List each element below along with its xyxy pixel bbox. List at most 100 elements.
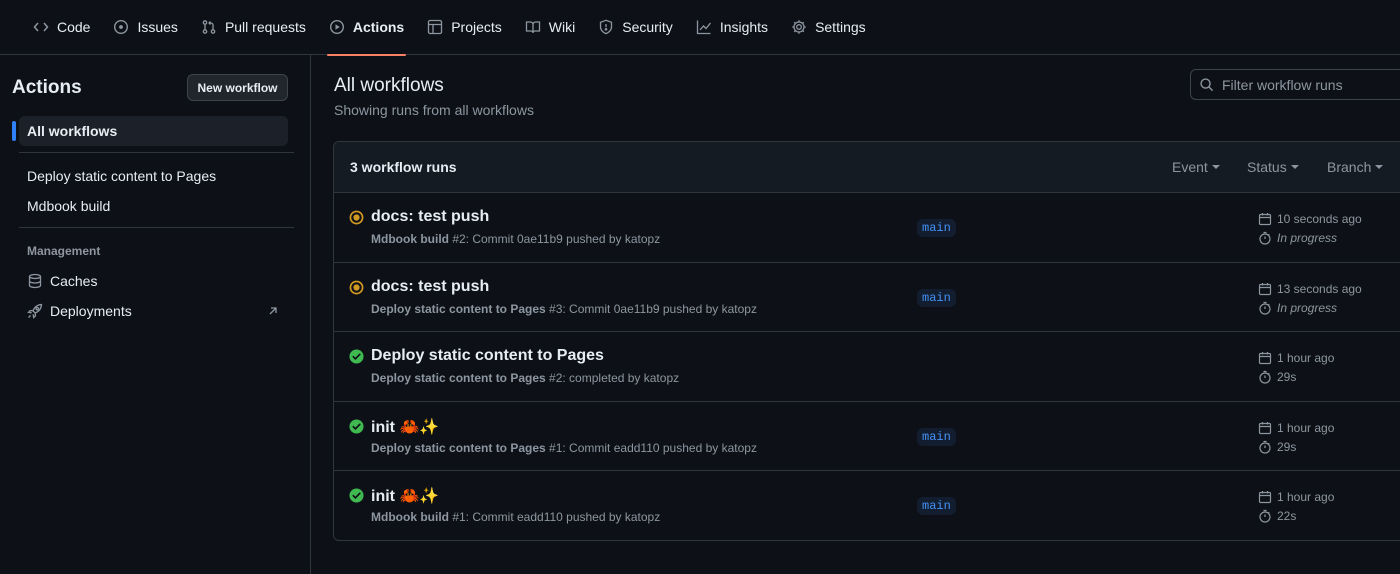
run-timestamp: 13 seconds ago	[1258, 282, 1362, 296]
run-duration-text: In progress	[1277, 300, 1338, 315]
tab-label: Code	[57, 19, 91, 35]
run-workflow-name: Deploy static content to Pages	[371, 440, 546, 455]
run-timestamp: 1 hour ago	[1258, 490, 1334, 504]
run-meta: Mdbook build #1: Commit eadd110 pushed b…	[371, 510, 660, 524]
play-icon	[329, 19, 345, 35]
tab-label: Security	[622, 19, 673, 35]
run-meta: Mdbook build #2: Commit 0ae11b9 pushed b…	[371, 232, 660, 246]
sidebar-item-caches[interactable]: Caches	[27, 273, 97, 289]
tab-security[interactable]: Security	[598, 0, 673, 55]
run-title[interactable]: init 🦀✨	[371, 417, 439, 437]
stopwatch-icon	[1258, 231, 1272, 245]
tab-wiki[interactable]: Wiki	[525, 0, 575, 55]
dropdown-label: Branch	[1327, 159, 1372, 175]
sidebar-item-label: All workflows	[27, 123, 118, 139]
run-duration: 22s	[1258, 509, 1296, 523]
workflow-runs-list: 3 workflow runs Event Status Branch docs…	[333, 141, 1400, 541]
run-meta-text: #3: Commit 0ae11b9 pushed by katopz	[545, 301, 757, 316]
branch-filter-dropdown[interactable]: Branch	[1327, 159, 1384, 175]
run-workflow-name: Deploy static content to Pages	[371, 371, 546, 385]
tab-issues[interactable]: Issues	[113, 0, 178, 55]
sidebar-item-label: Caches	[50, 273, 98, 289]
book-icon	[525, 19, 541, 35]
check-circle-icon	[349, 418, 364, 434]
sidebar-item-all-workflows[interactable]: All workflows	[12, 116, 288, 146]
stopwatch-icon	[1258, 440, 1272, 454]
run-title[interactable]: docs: test push	[371, 278, 489, 296]
sidebar-item-label: Deploy static content to Pages	[27, 168, 217, 184]
tab-projects[interactable]: Projects	[427, 0, 502, 55]
branch-label[interactable]: main	[917, 219, 956, 237]
workflow-run-row[interactable]: docs: test push Deploy static content to…	[334, 263, 1400, 332]
tab-label: Projects	[451, 19, 502, 35]
in-progress-icon	[349, 280, 364, 295]
sidebar-title: Actions	[12, 77, 82, 98]
graph-icon	[696, 19, 712, 35]
run-duration: In progress	[1258, 231, 1337, 245]
run-duration-text: 22s	[1277, 509, 1297, 523]
sidebar-item-deploy-static-content[interactable]: Deploy static content to Pages	[27, 168, 216, 184]
tab-label: Actions	[352, 19, 405, 35]
run-title[interactable]: Deploy static content to Pages	[371, 347, 604, 365]
run-title[interactable]: docs: test push	[371, 208, 489, 226]
git-pull-request-icon	[201, 19, 217, 35]
filter-workflow-runs[interactable]	[1190, 69, 1400, 100]
run-meta-text: #1: Commit eadd110 pushed by katopz	[545, 440, 757, 455]
search-input[interactable]	[1222, 76, 1400, 93]
repo-nav: Code Issues Pull requests Actions Projec…	[0, 0, 1400, 56]
link-external-icon	[266, 304, 280, 318]
run-timestamp: 10 seconds ago	[1258, 212, 1362, 226]
tab-insights[interactable]: Insights	[696, 0, 768, 55]
run-duration-text: In progress	[1277, 231, 1338, 245]
event-filter-dropdown[interactable]: Event	[1172, 159, 1220, 175]
status-filter-dropdown[interactable]: Status	[1247, 159, 1299, 175]
workflow-run-row[interactable]: init 🦀✨ Mdbook build #1: Commit eadd110 …	[334, 471, 1400, 540]
tab-label: Settings	[815, 19, 866, 35]
rocket-icon	[27, 303, 43, 319]
code-icon	[33, 19, 49, 35]
sidebar-item-mdbook-build[interactable]: Mdbook build	[27, 198, 110, 214]
sidebar-item-deployments[interactable]: Deployments	[27, 303, 132, 319]
table-icon	[427, 19, 443, 35]
run-meta: Deploy static content to Pages #1: Commi…	[371, 441, 757, 455]
run-timestamp: 1 hour ago	[1258, 351, 1334, 365]
tab-actions[interactable]: Actions	[326, 0, 407, 56]
run-meta: Deploy static content to Pages #3: Commi…	[371, 302, 757, 316]
workflow-run-row[interactable]: init 🦀✨ Deploy static content to Pages #…	[334, 402, 1400, 471]
search-icon	[1199, 77, 1214, 92]
sidebar-item-label: Mdbook build	[27, 198, 111, 214]
tab-label: Pull requests	[224, 19, 306, 35]
workflow-run-row[interactable]: docs: test push Mdbook build #2: Commit …	[334, 193, 1400, 263]
gear-icon	[791, 19, 807, 35]
check-circle-icon	[349, 349, 364, 364]
new-workflow-button[interactable]: New workflow	[187, 74, 288, 101]
branch-label[interactable]: main	[917, 427, 956, 446]
runs-count: 3 workflow runs	[350, 159, 457, 175]
run-meta: Deploy static content to Pages #2: compl…	[371, 371, 679, 385]
workflow-run-row[interactable]: Deploy static content to Pages Deploy st…	[334, 332, 1400, 402]
management-heading: Management	[27, 244, 101, 258]
run-title[interactable]: init 🦀✨	[371, 486, 439, 506]
calendar-icon	[1258, 282, 1272, 296]
run-timestamp-text: 10 seconds ago	[1277, 212, 1362, 226]
tab-pull-requests[interactable]: Pull requests	[201, 0, 306, 55]
branch-label[interactable]: main	[917, 497, 956, 515]
check-circle-icon	[349, 488, 364, 503]
calendar-icon	[1258, 490, 1272, 504]
tab-settings[interactable]: Settings	[791, 0, 866, 55]
triangle-down-icon	[1375, 165, 1384, 169]
stopwatch-icon	[1258, 370, 1272, 384]
run-timestamp-text: 1 hour ago	[1277, 490, 1335, 504]
run-meta-text: #2: Commit 0ae11b9 pushed by katopz	[448, 232, 661, 246]
calendar-icon	[1258, 212, 1272, 226]
dropdown-label: Event	[1172, 159, 1208, 175]
calendar-icon	[1258, 351, 1272, 365]
run-timestamp-text: 1 hour ago	[1277, 351, 1335, 365]
run-meta-text: #1: Commit eadd110 pushed by katopz	[448, 510, 661, 524]
actions-sidebar: Actions New workflow All workflows Deplo…	[0, 55, 311, 574]
triangle-down-icon	[1290, 165, 1299, 169]
triangle-down-icon	[1211, 165, 1220, 169]
tab-code[interactable]: Code	[33, 0, 90, 55]
sidebar-divider	[19, 227, 294, 228]
branch-label[interactable]: main	[917, 288, 956, 307]
